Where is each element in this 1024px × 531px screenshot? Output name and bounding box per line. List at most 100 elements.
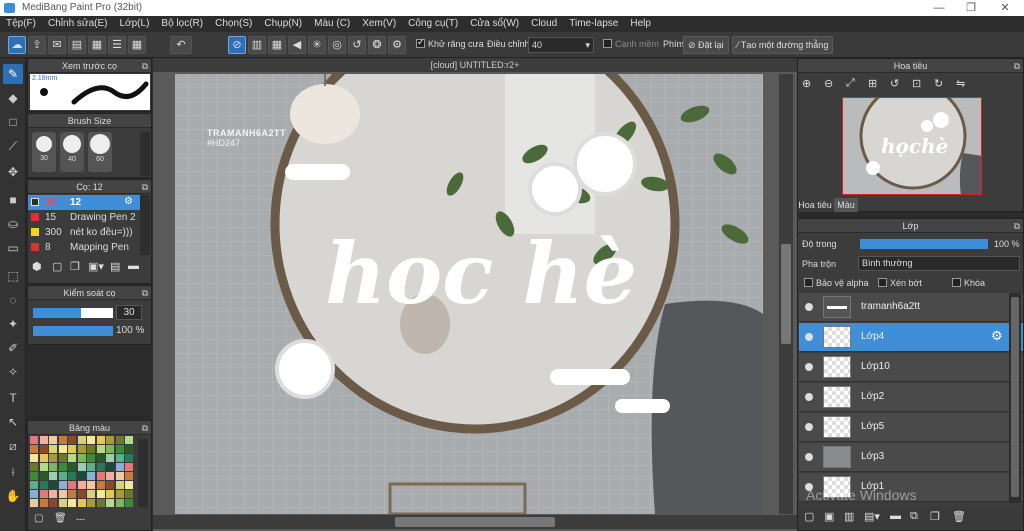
bucket-tool-icon[interactable]: ⛀ xyxy=(3,214,23,234)
radial-snap-icon[interactable]: ✳ xyxy=(308,36,326,54)
drawing-canvas[interactable]: TRAMANH6A2TT #HD247 hoc hè xyxy=(175,74,763,514)
palette-swatch[interactable] xyxy=(30,490,38,498)
palette-swatch[interactable] xyxy=(49,445,57,453)
layers-scrollbar[interactable] xyxy=(1009,293,1021,503)
palette-swatch[interactable] xyxy=(115,454,124,462)
palette-swatch[interactable] xyxy=(39,445,48,453)
protect-alpha-checkbox[interactable] xyxy=(804,278,813,287)
blend-select[interactable]: Bình thường xyxy=(858,256,1020,271)
brush-size-scrollbar[interactable] xyxy=(140,132,150,176)
palette-swatch[interactable] xyxy=(58,436,67,444)
eye-icon[interactable] xyxy=(805,303,813,311)
page-icon[interactable]: ▤ xyxy=(68,36,86,54)
palette-swatch[interactable] xyxy=(77,463,86,471)
eye-icon[interactable] xyxy=(805,393,813,401)
palette-swatch[interactable] xyxy=(115,472,124,480)
brush-item-12[interactable]: 30 12 ⚙ xyxy=(28,195,140,210)
zoom-out-icon[interactable]: ⊖ xyxy=(824,77,833,90)
new-folder-icon[interactable]: ▬ xyxy=(890,510,901,522)
antialias-checkbox[interactable] xyxy=(416,37,425,48)
folder-icon[interactable]: ▬ xyxy=(128,260,142,274)
eyedropper-tool-icon[interactable]: ⟊ xyxy=(3,462,23,482)
magic-wand-icon[interactable]: ✦ xyxy=(3,314,23,334)
palette-swatch[interactable] xyxy=(77,499,86,507)
grid-icon[interactable]: ▦ xyxy=(128,36,146,54)
palette-swatch[interactable] xyxy=(30,472,38,480)
popout-icon[interactable]: ⧉ xyxy=(142,59,148,73)
palette-swatch[interactable] xyxy=(87,463,95,471)
palette-swatch[interactable] xyxy=(96,490,105,498)
brush-item-mapping-pen[interactable]: 8 Mapping Pen xyxy=(28,240,140,255)
adjust-select[interactable]: 40 ▾ xyxy=(528,37,594,53)
brush-menu-icon[interactable]: ▣▾ xyxy=(88,260,106,274)
palette-swatch[interactable] xyxy=(77,436,86,444)
copy-brush-icon[interactable]: ❐ xyxy=(70,260,84,274)
clip-checkbox[interactable] xyxy=(878,278,887,287)
protect-alpha-option[interactable]: Bảo vệ alpha xyxy=(804,278,869,288)
lasso-tool-icon[interactable]: ◌ xyxy=(3,290,23,310)
dot-tool-icon[interactable]: ⟋ xyxy=(3,136,23,156)
palette-swatch[interactable] xyxy=(39,463,48,471)
palette-swatch[interactable] xyxy=(87,490,95,498)
soft-edge-option[interactable]: Cạnh mềm xyxy=(603,39,659,49)
antialias-option[interactable]: Khử răng cưa xyxy=(416,37,484,49)
palette-swatch[interactable] xyxy=(58,490,67,498)
soft-edge-checkbox[interactable] xyxy=(603,39,612,48)
palette-swatch[interactable] xyxy=(30,481,38,489)
move-tool-icon[interactable]: ✥ xyxy=(3,162,23,182)
palette-swatch[interactable] xyxy=(96,463,105,471)
palette-swatch[interactable] xyxy=(96,445,105,453)
layer-row-lop4[interactable]: Lớp4 ⚙ xyxy=(799,323,1023,352)
palette-swatch[interactable] xyxy=(87,454,95,462)
palette-swatch[interactable] xyxy=(68,472,76,480)
palette-swatch[interactable] xyxy=(125,472,133,480)
fill-rect-icon[interactable]: ■ xyxy=(3,190,23,210)
rotate-reset-icon[interactable]: ⊡ xyxy=(912,77,921,90)
layer-row-tramanh6a2tt[interactable]: tramanh6a2tt xyxy=(799,293,1023,322)
lock-option[interactable]: Khóa xyxy=(952,278,985,288)
perspective-snap-icon[interactable]: ◀ xyxy=(288,36,306,54)
size-preset-3[interactable]: 60 xyxy=(88,132,112,172)
palette-swatch[interactable] xyxy=(125,463,133,471)
palette-swatch[interactable] xyxy=(106,436,114,444)
menu-view[interactable]: Xem(V) xyxy=(356,16,402,32)
palette-swatch[interactable] xyxy=(39,436,48,444)
menu-filter[interactable]: Bộ lọc(R) xyxy=(155,16,209,32)
new-brush-icon[interactable]: ▢ xyxy=(52,260,66,274)
page-list-icon[interactable]: ☰ xyxy=(108,36,126,54)
palette-swatch[interactable] xyxy=(106,472,114,480)
share-icon[interactable]: ⇪ xyxy=(28,36,46,54)
eye-icon[interactable] xyxy=(805,423,813,431)
hand-tool-icon[interactable]: ✋ xyxy=(3,486,23,506)
palette-swatch[interactable] xyxy=(39,490,48,498)
eye-icon[interactable] xyxy=(805,453,813,461)
popout-icon[interactable]: ⧉ xyxy=(142,421,148,435)
layer-opacity-slider[interactable] xyxy=(860,239,988,249)
palette-swatch[interactable] xyxy=(125,436,133,444)
palette-swatch[interactable] xyxy=(68,454,76,462)
palette-swatch[interactable] xyxy=(77,490,86,498)
palette-swatch[interactable] xyxy=(87,499,95,507)
layer-row-lop3[interactable]: Lớp3 xyxy=(799,443,1023,472)
palette-swatch[interactable] xyxy=(115,481,124,489)
eye-icon[interactable] xyxy=(805,333,813,341)
merge-down-icon[interactable]: ⧉ xyxy=(910,510,918,523)
new-halftone-layer-icon[interactable]: ▥ xyxy=(844,510,854,523)
undo-icon[interactable]: ↶ xyxy=(170,36,192,54)
palette-swatch[interactable] xyxy=(39,472,48,480)
palette-swatch[interactable] xyxy=(106,454,114,462)
palette-swatch[interactable] xyxy=(58,481,67,489)
actual-size-icon[interactable]: ⊞ xyxy=(868,77,877,90)
fit-screen-icon[interactable]: ⤢ xyxy=(846,77,855,90)
select-tool-icon[interactable]: ⬚ xyxy=(3,266,23,286)
gear-icon[interactable]: ⚙ xyxy=(124,196,133,207)
canvas-vertical-scrollbar[interactable] xyxy=(779,74,793,514)
menu-select[interactable]: Chọn(S) xyxy=(209,16,258,32)
popout-icon[interactable]: ⧉ xyxy=(142,286,148,300)
eye-icon[interactable] xyxy=(805,363,813,371)
brush-add-icon[interactable]: ⬢ xyxy=(32,260,46,274)
popout-icon[interactable]: ⧉ xyxy=(1014,59,1020,73)
divide-tool-icon[interactable]: ⧄ xyxy=(3,436,23,456)
maximize-button[interactable]: ❐ xyxy=(956,0,986,16)
palette-swatch[interactable] xyxy=(58,445,67,453)
